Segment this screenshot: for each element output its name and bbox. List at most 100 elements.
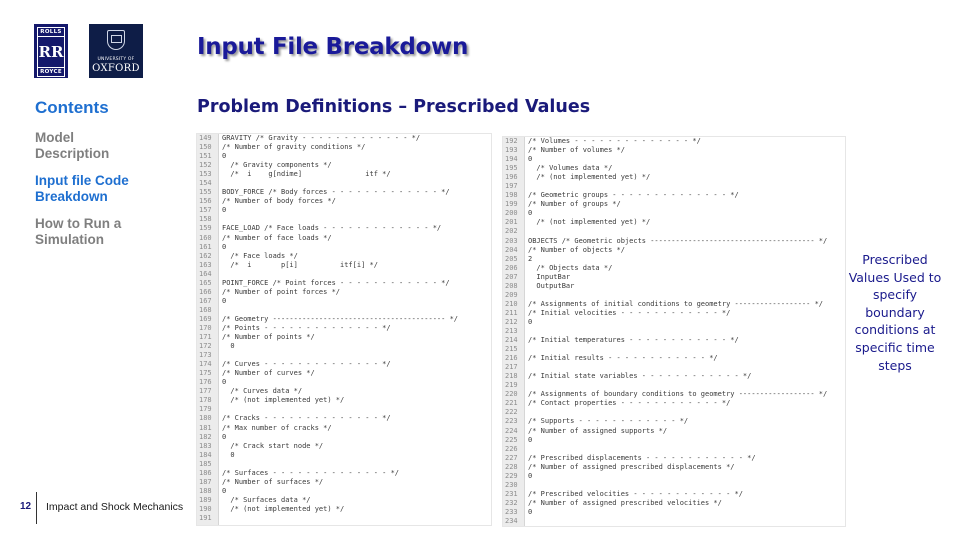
line-number: 151 bbox=[199, 152, 212, 161]
code-line: 154 bbox=[197, 179, 491, 188]
code-line: 168 bbox=[197, 306, 491, 315]
line-number: 216 bbox=[505, 354, 518, 363]
code-text: /* (not implemented yet) */ bbox=[222, 504, 345, 513]
line-number: 207 bbox=[505, 272, 518, 281]
line-number: 191 bbox=[199, 513, 212, 522]
code-text: /* Cracks - - - - - - - - - - - - - - */ bbox=[222, 414, 391, 423]
code-text: 0 bbox=[222, 342, 235, 351]
line-number: 190 bbox=[199, 504, 212, 513]
code-line: 156 /* Number of body forces */ bbox=[197, 197, 491, 206]
code-text: 0 bbox=[222, 486, 227, 495]
code-text: FACE_LOAD /* Face loads - - - - - - - - … bbox=[222, 224, 442, 233]
code-text: 0 bbox=[528, 435, 533, 444]
code-line: 231 /* Prescribed velocities - - - - - - … bbox=[503, 490, 845, 499]
code-text: 0 bbox=[222, 378, 227, 387]
code-line: 161 0 bbox=[197, 243, 491, 252]
line-number: 193 bbox=[505, 146, 518, 155]
code-text: /* Surfaces - - - - - - - - - - - - - - … bbox=[222, 468, 400, 477]
prescribed-values-note: Prescribed Values Used to specify bounda… bbox=[848, 252, 942, 373]
line-number: 155 bbox=[199, 188, 212, 197]
code-text: /* Geometric groups - - - - - - - - - - … bbox=[528, 191, 739, 200]
code-line: 191 bbox=[197, 514, 491, 523]
line-number: 181 bbox=[199, 423, 212, 432]
page-number: 12 bbox=[20, 501, 32, 512]
code-text: /* Number of point forces */ bbox=[222, 287, 341, 296]
line-number: 215 bbox=[505, 345, 518, 354]
line-number: 164 bbox=[199, 269, 212, 278]
code-line: 190 /* (not implemented yet) */ bbox=[197, 505, 491, 514]
line-number: 211 bbox=[505, 308, 518, 317]
contents-heading: Contents bbox=[35, 98, 109, 117]
line-number: 232 bbox=[505, 498, 518, 507]
code-text: /* Initial state variables - - - - - - -… bbox=[528, 372, 752, 381]
code-line: 174 /* Curves - - - - - - - - - - - - - -… bbox=[197, 360, 491, 369]
line-number: 210 bbox=[505, 299, 518, 308]
code-text: /* Prescribed velocities - - - - - - - -… bbox=[528, 489, 743, 498]
code-text: /* Number of objects */ bbox=[528, 245, 625, 254]
code-line: 149 GRAVITY /* Gravity - - - - - - - - - … bbox=[197, 134, 491, 143]
line-number: 182 bbox=[199, 432, 212, 441]
line-number: 223 bbox=[505, 417, 518, 426]
code-text: /* i g[ndime] itf */ bbox=[222, 170, 391, 179]
line-number: 173 bbox=[199, 351, 212, 360]
nav-item-input-file-code-breakdown[interactable]: Input file Code Breakdown bbox=[35, 173, 150, 205]
line-number: 172 bbox=[199, 342, 212, 351]
nav-item-how-to-run-a-simulation[interactable]: How to Run a Simulation bbox=[35, 216, 150, 248]
slide-title: Input File Breakdown bbox=[197, 34, 469, 60]
code-text: /* Number of assigned supports */ bbox=[528, 426, 668, 435]
line-number: 205 bbox=[505, 254, 518, 263]
code-text: /* Number of assigned prescribed velocit… bbox=[528, 498, 722, 507]
code-line: 159 FACE_LOAD /* Face loads - - - - - - -… bbox=[197, 224, 491, 233]
code-line: 152 /* Gravity components */ bbox=[197, 161, 491, 170]
line-number: 156 bbox=[199, 197, 212, 206]
code-line: 164 bbox=[197, 270, 491, 279]
code-text: OBJECTS /* Geometric objects -----------… bbox=[528, 236, 828, 245]
line-number: 161 bbox=[199, 242, 212, 251]
code-text: /* Gravity components */ bbox=[222, 161, 332, 170]
rolls-royce-logo: ROLLS RR ROYCE bbox=[34, 24, 68, 78]
code-line: 205 2 bbox=[503, 255, 845, 264]
line-number: 149 bbox=[199, 134, 212, 142]
code-text: 0 bbox=[528, 317, 533, 326]
line-number: 174 bbox=[199, 360, 212, 369]
code-text: /* (not implemented yet) */ bbox=[528, 218, 651, 227]
code-line: 219 bbox=[503, 381, 845, 390]
code-text: /* i p[i] itf[i] */ bbox=[222, 260, 378, 269]
code-text: /* Initial velocities - - - - - - - - - … bbox=[528, 308, 731, 317]
rolls-royce-logo-mark: RR bbox=[37, 37, 65, 67]
line-number: 194 bbox=[505, 155, 518, 164]
code-line: 212 0 bbox=[503, 318, 845, 327]
code-line: 183 /* Crack start node */ bbox=[197, 442, 491, 451]
code-line: 197 bbox=[503, 182, 845, 191]
code-text: 0 bbox=[222, 432, 227, 441]
oxford-crest-icon bbox=[107, 30, 125, 50]
code-line: 172 0 bbox=[197, 342, 491, 351]
code-text: /* Surfaces data */ bbox=[222, 495, 311, 504]
code-line: 223 /* Supports - - - - - - - - - - - - *… bbox=[503, 417, 845, 426]
code-line: 173 bbox=[197, 351, 491, 360]
code-line: 234 bbox=[503, 517, 845, 526]
nav-item-model-description[interactable]: Model Description bbox=[35, 130, 150, 162]
code-text: POINT_FORCE /* Point forces - - - - - - … bbox=[222, 278, 450, 287]
code-text: /* Curves - - - - - - - - - - - - - - */ bbox=[222, 360, 391, 369]
line-number: 152 bbox=[199, 161, 212, 170]
code-line: 187 /* Number of surfaces */ bbox=[197, 478, 491, 487]
code-line: 232 /* Number of assigned prescribed velo… bbox=[503, 499, 845, 508]
line-number: 217 bbox=[505, 363, 518, 372]
code-line: 225 0 bbox=[503, 436, 845, 445]
code-text: /* Contact properties - - - - - - - - - … bbox=[528, 399, 731, 408]
line-number: 171 bbox=[199, 333, 212, 342]
code-line: 220 /* Assignments of boundary conditions… bbox=[503, 390, 845, 399]
code-line: 194 0 bbox=[503, 155, 845, 164]
line-number: 222 bbox=[505, 408, 518, 417]
line-number: 219 bbox=[505, 381, 518, 390]
line-number: 213 bbox=[505, 326, 518, 335]
line-number: 231 bbox=[505, 489, 518, 498]
contents-nav: Contents Model Description Input file Co… bbox=[35, 98, 185, 259]
line-number: 159 bbox=[199, 224, 212, 233]
code-line: 215 bbox=[503, 345, 845, 354]
line-number: 192 bbox=[505, 137, 518, 145]
line-number: 167 bbox=[199, 296, 212, 305]
code-text: /* Volumes - - - - - - - - - - - - - - *… bbox=[528, 137, 701, 145]
code-text: /* Number of groups */ bbox=[528, 200, 621, 209]
